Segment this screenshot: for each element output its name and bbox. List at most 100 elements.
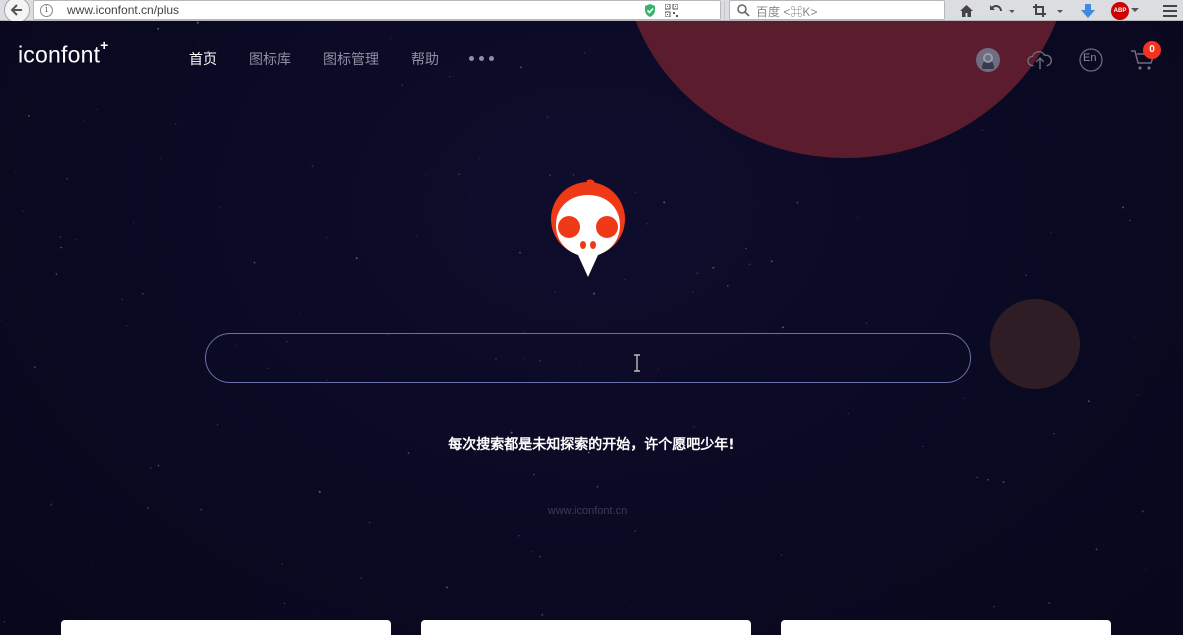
more-menu-button[interactable] [469,56,494,61]
star [554,291,556,293]
browser-toolbar: i www.iconfont.cn/plus 百度 <⌘K> ABP [0,0,1183,23]
star [1123,21,1125,23]
back-button[interactable] [4,0,30,23]
home-button[interactable] [956,1,976,20]
star [126,325,128,327]
home-icon [959,4,973,17]
star [219,207,221,209]
star [780,554,782,556]
search-icon [737,4,750,17]
download-arrow-icon [1081,3,1095,18]
star [3,620,6,623]
star [1121,206,1125,209]
star [458,173,460,175]
star [478,157,480,159]
star [325,236,328,239]
star [962,397,965,399]
browser-search-field[interactable]: 百度 <⌘K> [729,0,945,20]
url-text: www.iconfont.cn/plus [67,3,180,17]
star [407,407,409,409]
star [217,424,219,426]
star [82,119,84,121]
star [28,114,30,117]
star [415,235,417,237]
star [663,201,666,204]
user-avatar-button[interactable] [975,47,1001,73]
star [981,129,983,132]
more-dot [469,56,474,61]
star [390,37,392,39]
star [315,607,316,609]
star [318,490,321,493]
info-icon[interactable]: i [40,4,53,17]
iconfont-page: iconfont+ 首页 图标库 图标管理 帮助 En 0 每次搜索都是未知探索的开始… [0,21,1183,635]
star [59,236,61,238]
nav-item-2[interactable]: 图标管理 [323,49,379,69]
star [1048,602,1050,604]
star [368,521,371,524]
star [712,266,715,269]
feature-card[interactable] [781,620,1111,635]
star [141,292,144,295]
qr-code-icon[interactable] [665,4,678,17]
star [15,171,17,173]
star [596,485,599,488]
star [782,326,785,329]
star [1095,548,1098,551]
star [796,201,799,204]
shield-check-icon[interactable] [643,3,657,18]
star [299,311,301,313]
star [1129,219,1131,222]
star [132,222,134,223]
star [425,174,427,176]
star [634,530,637,533]
search-slogan: 每次搜索都是未知探索的开始，许个愿吧少年! [448,437,735,453]
hamburger-menu-icon [1163,4,1177,17]
download-button[interactable] [1078,1,1098,20]
star [993,606,995,608]
star [572,174,575,176]
adblock-button[interactable]: ABP [1110,1,1140,20]
star [96,108,98,110]
feature-card[interactable] [421,620,751,635]
upload-cloud-icon [1027,51,1053,70]
language-button[interactable]: En [1078,47,1104,73]
language-label: En [1083,52,1097,64]
star [157,464,160,467]
address-bar[interactable]: i www.iconfont.cn/plus [33,0,745,20]
icon-search-input[interactable] [205,333,971,383]
star [281,563,284,565]
star [75,238,77,240]
nav-item-0[interactable]: 首页 [189,49,217,69]
history-back-button[interactable] [986,1,1016,20]
upload-button[interactable] [1027,47,1053,73]
star [470,194,471,196]
star [355,257,358,260]
nav-item-1[interactable]: 图标库 [249,49,291,69]
feature-card[interactable] [61,620,391,635]
star [0,319,1,321]
main-nav: 首页 图标库 图标管理 帮助 [189,49,471,69]
iconfont-logo[interactable]: iconfont+ [18,37,109,69]
screenshot-button[interactable] [1032,1,1068,20]
star [692,291,694,293]
search-placeholder: 百度 <⌘K> [756,5,818,19]
text-cursor-icon [634,354,640,372]
star [624,599,626,601]
star [748,263,751,266]
star [1136,394,1139,396]
menu-button[interactable] [1160,1,1180,20]
star [311,165,314,168]
star [1025,274,1027,276]
logo-plus: + [100,37,109,53]
star [857,216,858,218]
star [199,43,200,45]
star [21,210,24,213]
nav-item-3[interactable]: 帮助 [411,49,439,69]
star [157,27,160,30]
undo-arrow-icon [990,4,1014,13]
user-avatar-icon [976,48,1000,72]
star [541,613,544,616]
star [175,123,177,125]
star [531,550,533,553]
